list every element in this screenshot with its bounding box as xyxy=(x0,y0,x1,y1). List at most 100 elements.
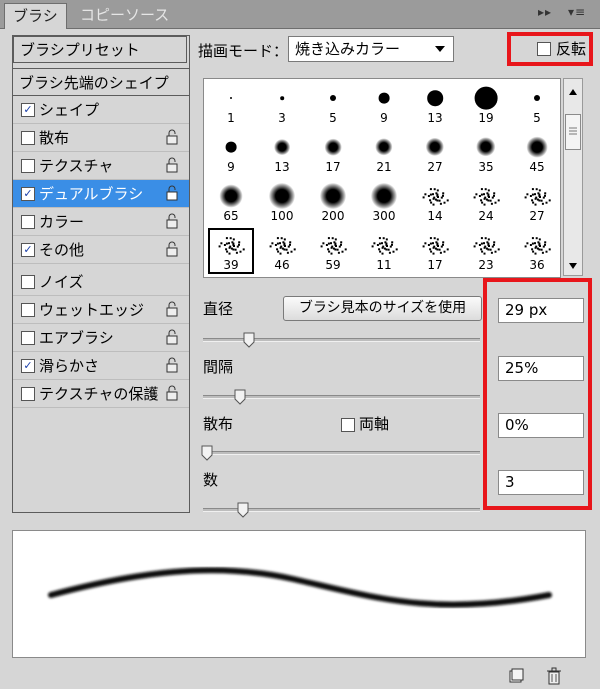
scatter-tip-icon xyxy=(524,237,551,255)
brush-tip[interactable]: 35 xyxy=(463,130,509,176)
option-checkbox[interactable]: ✓ xyxy=(21,187,35,201)
collapse-icon[interactable]: ▸▸ xyxy=(538,5,552,19)
option-checkbox[interactable] xyxy=(21,303,35,317)
use-sample-size-button[interactable]: ブラシ見本のサイズを使用 xyxy=(283,296,482,321)
scatter-tip-icon xyxy=(473,188,500,206)
invert-checkbox[interactable] xyxy=(537,42,551,56)
slider-thumb[interactable] xyxy=(237,502,249,518)
brush-tip[interactable]: 39 xyxy=(208,228,254,274)
new-brush-icon[interactable] xyxy=(508,668,524,684)
brush-tip[interactable]: 27 xyxy=(514,179,560,225)
slider-thumb[interactable] xyxy=(234,389,246,405)
lock-icon[interactable] xyxy=(165,301,179,317)
lock-icon[interactable] xyxy=(165,185,179,201)
tip-size-label: 39 xyxy=(223,258,239,272)
slider-thumb[interactable] xyxy=(201,445,213,461)
tip-scrollbar[interactable] xyxy=(563,78,583,276)
brush-tip[interactable]: 5 xyxy=(310,81,356,127)
option-checkbox[interactable] xyxy=(21,331,35,345)
tab-clone-source[interactable]: コピーソース xyxy=(72,3,177,28)
scatter-slider[interactable] xyxy=(203,451,480,455)
tip-dot-icon xyxy=(225,141,237,153)
option-item[interactable]: ✓ 滑らかさ xyxy=(13,352,189,380)
brush-tip[interactable]: 17 xyxy=(310,130,356,176)
option-item[interactable]: カラー xyxy=(13,208,189,236)
tip-size-label: 27 xyxy=(427,160,443,174)
brush-tip[interactable]: 5 xyxy=(514,81,560,127)
option-checkbox[interactable] xyxy=(21,215,35,229)
brush-tip[interactable]: 1 xyxy=(208,81,254,127)
option-item[interactable]: エアブラシ xyxy=(13,324,189,352)
both-axes-checkbox[interactable] xyxy=(341,418,355,432)
brush-tip[interactable]: 59 xyxy=(310,228,356,274)
lock-icon[interactable] xyxy=(165,329,179,345)
option-checkbox[interactable]: ✓ xyxy=(21,359,35,373)
option-item[interactable]: ✓ その他 xyxy=(13,236,189,264)
tip-size-label: 100 xyxy=(270,209,294,223)
mode-select[interactable]: 焼き込みカラー xyxy=(288,36,454,62)
tip-size-label: 65 xyxy=(223,209,239,223)
brush-tip[interactable]: 46 xyxy=(259,228,305,274)
tip-size-label: 45 xyxy=(529,160,545,174)
tip-size-label: 5 xyxy=(533,111,541,125)
brush-tip[interactable]: 3 xyxy=(259,81,305,127)
brush-tip[interactable]: 23 xyxy=(463,228,509,274)
brush-tip[interactable] xyxy=(310,277,356,278)
lock-icon[interactable] xyxy=(165,357,179,373)
option-checkbox[interactable]: ✓ xyxy=(21,243,35,257)
scroll-down-icon[interactable] xyxy=(569,263,577,269)
option-checkbox[interactable] xyxy=(21,131,35,145)
slider-thumb[interactable] xyxy=(243,332,255,348)
brush-tip-shape-item[interactable]: ブラシ先端のシェイプ xyxy=(13,68,189,96)
option-item[interactable]: ✓ シェイプ xyxy=(13,96,189,124)
brush-tip[interactable]: 36 xyxy=(514,228,560,274)
option-label: エアブラシ xyxy=(39,329,114,347)
brush-tip[interactable]: 11 xyxy=(361,228,407,274)
option-checkbox[interactable] xyxy=(21,275,35,289)
lock-icon[interactable] xyxy=(165,241,179,257)
trash-icon[interactable] xyxy=(546,667,562,685)
option-item[interactable]: ウェットエッジ xyxy=(13,296,189,324)
brush-tip[interactable]: 65 xyxy=(208,179,254,225)
brush-tip[interactable]: 24 xyxy=(463,179,509,225)
tip-dot-icon xyxy=(371,183,397,209)
option-checkbox[interactable] xyxy=(21,387,35,401)
brush-tip[interactable]: 14 xyxy=(412,179,458,225)
option-item[interactable]: テクスチャの保護 xyxy=(13,380,189,408)
panel-menu-icon[interactable]: ▾≡ xyxy=(568,5,586,19)
brush-tip[interactable]: 19 xyxy=(463,81,509,127)
lock-icon[interactable] xyxy=(165,385,179,401)
option-label: 散布 xyxy=(39,129,70,147)
brush-tip[interactable]: 300 xyxy=(361,179,407,225)
option-item[interactable]: ノイズ xyxy=(13,268,189,296)
brush-tip[interactable]: 100 xyxy=(259,179,305,225)
tab-brush[interactable]: ブラシ xyxy=(4,3,67,29)
brush-tip[interactable]: 45 xyxy=(514,130,560,176)
brush-tip[interactable]: 200 xyxy=(310,179,356,225)
brush-tip[interactable]: 21 xyxy=(361,130,407,176)
brush-tip[interactable] xyxy=(361,277,407,278)
brush-tip[interactable]: 9 xyxy=(361,81,407,127)
scroll-up-icon[interactable] xyxy=(569,89,577,95)
option-checkbox[interactable]: ✓ xyxy=(21,103,35,117)
brush-tip[interactable] xyxy=(208,277,254,278)
scroll-thumb[interactable] xyxy=(565,114,581,150)
lock-icon[interactable] xyxy=(165,157,179,173)
lock-icon[interactable] xyxy=(165,129,179,145)
brush-tip[interactable] xyxy=(412,277,458,278)
brush-tip[interactable]: 27 xyxy=(412,130,458,176)
brush-tip[interactable]: 13 xyxy=(259,130,305,176)
option-item[interactable]: ✓ デュアルブラシ xyxy=(13,180,189,208)
lock-icon[interactable] xyxy=(165,213,179,229)
option-item[interactable]: テクスチャ xyxy=(13,152,189,180)
option-label: ノイズ xyxy=(39,273,84,291)
mode-label: 描画モード： xyxy=(198,42,289,60)
option-item[interactable]: 散布 xyxy=(13,124,189,152)
brush-presets-button[interactable]: ブラシプリセット xyxy=(13,36,187,63)
brush-tip[interactable] xyxy=(259,277,305,278)
option-checkbox[interactable] xyxy=(21,159,35,173)
brush-tip[interactable]: 17 xyxy=(412,228,458,274)
brush-tip[interactable]: 13 xyxy=(412,81,458,127)
brush-tip[interactable]: 9 xyxy=(208,130,254,176)
count-label: 数 xyxy=(203,471,219,489)
